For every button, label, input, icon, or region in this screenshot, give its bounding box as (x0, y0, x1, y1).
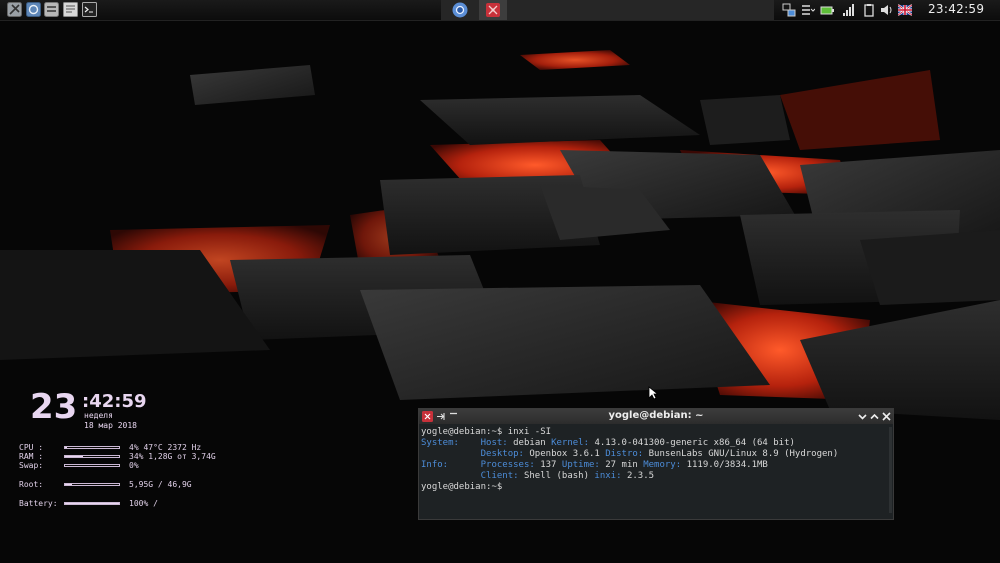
terminal-prompt: yogle@debian:~$ (421, 482, 503, 492)
close-icon[interactable] (881, 411, 892, 422)
minimize-icon[interactable] (857, 411, 868, 422)
conky-date: 18 мар 2018 (84, 421, 137, 430)
terminal-app-icon (486, 3, 500, 17)
terminal-titlebar[interactable]: yogle@debian: ~ (419, 409, 893, 424)
clipboard-icon[interactable] (862, 3, 876, 17)
chromium-icon (452, 2, 468, 18)
conky-battery-label: Battery: (19, 499, 58, 508)
volume-icon[interactable] (880, 3, 894, 17)
menu-icon[interactable] (801, 3, 815, 17)
conky-weekday: неделя (84, 411, 113, 420)
battery-icon[interactable] (820, 3, 834, 17)
conky-root-value: 5,95G / 46,9G (129, 480, 192, 489)
uk-flag-icon[interactable] (898, 3, 912, 17)
panel-clock[interactable]: 23:42:59 (928, 2, 984, 16)
conky-ram-label: RAM : (19, 452, 44, 461)
terminal-window[interactable]: yogle@debian: ~ yogle@debian:~$ inxi -SI… (418, 408, 894, 520)
top-panel: 23:42:59 (0, 0, 1000, 21)
conky-ram-value: 34% 1,28G от 3,74G (129, 452, 216, 461)
conky-root-bar (64, 483, 120, 486)
terminal-line-system: System: Host: debian Kernel: 4.13.0-0413… (421, 438, 795, 448)
conky-widget: 23 :42:59 неделя 18 мар 2018 CPU : 4% 47… (0, 380, 260, 520)
conky-swap-value: 0% (129, 461, 139, 470)
terminal-output[interactable]: yogle@debian:~$ inxi -SI System: Host: d… (419, 425, 893, 521)
network-icon[interactable] (782, 3, 796, 17)
tools-icon[interactable] (7, 2, 22, 17)
task-chromium[interactable] (446, 0, 474, 20)
text-editor-icon[interactable] (63, 2, 78, 17)
file-manager-icon[interactable] (44, 2, 59, 17)
taskbar (441, 0, 774, 20)
conky-root-label: Root: (19, 480, 44, 489)
conky-swap-row: Swap: 0% (19, 461, 259, 471)
conky-cpu-value: 4% 47°C 2372 Hz (129, 443, 202, 452)
terminal-scrollbar[interactable] (889, 427, 892, 513)
terminal-line-client: Client: Shell (bash) inxi: 2.3.5 (480, 471, 655, 481)
conky-battery-bar (64, 502, 120, 505)
maximize-icon[interactable] (869, 411, 880, 422)
conky-cpu-bar (64, 446, 120, 449)
terminal-line-desktop: Desktop: Openbox 3.6.1 Distro: BunsenLab… (480, 449, 839, 459)
signal-icon[interactable] (842, 3, 856, 17)
conky-root-row: Root: 5,95G / 46,9G (19, 480, 259, 490)
conky-battery-row: Battery: 100% / (19, 499, 259, 509)
terminal-line-info: Info: Processes: 137 Uptime: 27 min Memo… (421, 460, 768, 470)
conky-swap-bar (64, 464, 120, 467)
conky-swap-label: Swap: (19, 461, 44, 470)
conky-clock-minsec: :42:59 (82, 391, 147, 412)
terminal-title: yogle@debian: ~ (608, 410, 704, 421)
terminal-icon[interactable] (82, 2, 97, 17)
conky-battery-value: 100% / (129, 499, 158, 508)
conky-ram-bar (64, 455, 120, 458)
conky-cpu-label: CPU : (19, 443, 44, 452)
task-terminal[interactable] (479, 0, 507, 20)
mouse-cursor-icon (648, 386, 658, 400)
terminal-command-line: yogle@debian:~$ inxi -SI (421, 427, 552, 437)
conky-clock-hours: 23 (30, 387, 78, 427)
browser-icon[interactable] (26, 2, 41, 17)
